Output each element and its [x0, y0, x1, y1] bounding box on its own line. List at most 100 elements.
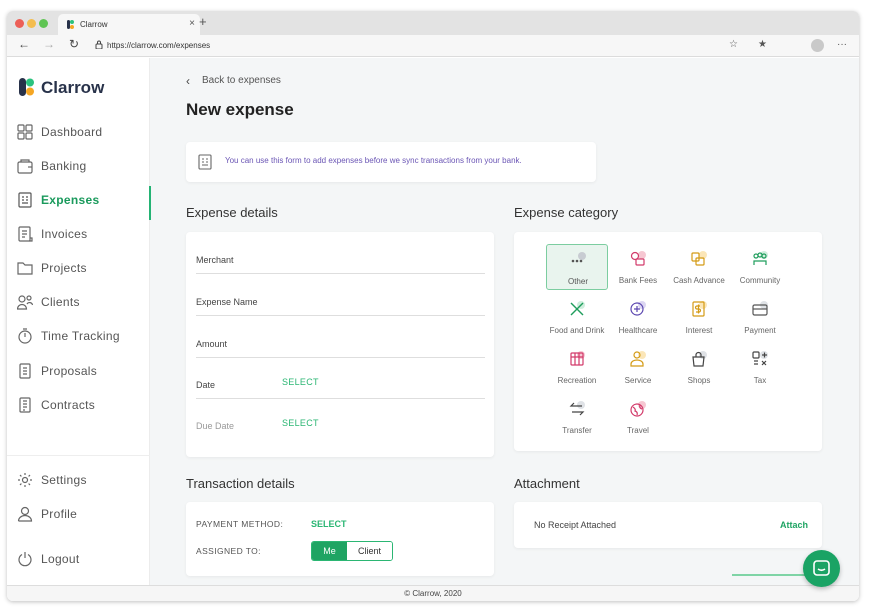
expense-name-field[interactable]: Expense Name: [196, 280, 485, 316]
chat-bubble-icon: [813, 560, 830, 576]
globe-icon: [630, 401, 646, 417]
url-text: https://clarrow.com/expenses: [107, 41, 211, 50]
lock-icon: [95, 40, 103, 49]
attach-button[interactable]: Attach: [780, 520, 808, 530]
category-payment[interactable]: Payment: [729, 294, 791, 340]
browser-profile-avatar[interactable]: [811, 39, 824, 52]
sidebar-item-logout[interactable]: Logout: [7, 545, 150, 573]
payment-method-label: PAYMENT METHOD:: [196, 519, 284, 529]
category-label: Community: [739, 276, 781, 285]
expense-category-title: Expense category: [514, 205, 619, 220]
attachment-card: No Receipt Attached Attach: [514, 502, 822, 548]
reload-icon[interactable]: ↻: [69, 37, 79, 51]
merchant-label: Merchant: [196, 255, 234, 265]
back-arrow-icon[interactable]: ←: [18, 37, 30, 51]
sidebar-item-expenses[interactable]: Expenses: [7, 186, 151, 220]
new-tab-button[interactable]: +: [199, 14, 207, 29]
sidebar-item-settings[interactable]: Settings: [7, 466, 150, 494]
transaction-details-card: PAYMENT METHOD: SELECT ASSIGNED TO: Me C…: [186, 502, 494, 576]
clients-icon: [17, 295, 33, 310]
merchant-field[interactable]: Merchant: [196, 238, 485, 274]
proposal-icon: [19, 363, 31, 379]
amount-field[interactable]: Amount: [196, 322, 485, 358]
category-shops[interactable]: Shops: [668, 344, 730, 390]
expense-details-title: Expense details: [186, 205, 278, 220]
assigned-to-label: ASSIGNED TO:: [196, 546, 261, 556]
sidebar-item-label: Banking: [41, 159, 87, 173]
date-label: Date: [196, 380, 216, 390]
scroll-indicator: [732, 574, 812, 576]
healthcare-icon: [630, 301, 646, 316]
expense-category-card: Other Bank Fees Cash Advance Community F…: [514, 232, 822, 451]
page-title: New expense: [186, 100, 294, 119]
sidebar-item-clients[interactable]: Clients: [7, 288, 150, 316]
user-icon: [17, 506, 33, 522]
sidebar-item-label: Logout: [41, 552, 80, 566]
sidebar-item-label: Settings: [41, 473, 87, 487]
more-dots-icon: [571, 252, 586, 263]
sidebar-item-contracts[interactable]: Contracts: [7, 391, 150, 419]
due-date-select-button[interactable]: SELECT: [282, 418, 319, 428]
due-date-field: Due Date SELECT: [196, 404, 485, 440]
favorites-icon[interactable]: ★: [758, 39, 767, 50]
service-person-icon: [630, 351, 646, 367]
gear-icon: [18, 473, 32, 487]
chat-button[interactable]: [803, 550, 840, 587]
category-cash-advance[interactable]: Cash Advance: [668, 244, 730, 290]
browser-menu-icon[interactable]: ···: [837, 39, 847, 50]
amount-label: Amount: [196, 339, 228, 349]
forward-arrow-icon[interactable]: →: [43, 37, 55, 51]
category-community[interactable]: Community: [729, 244, 791, 290]
chevron-left-icon: ‹: [186, 74, 190, 88]
date-select-button[interactable]: SELECT: [282, 377, 319, 387]
cash-stack-icon: [691, 251, 707, 266]
category-service[interactable]: Service: [607, 344, 669, 390]
sidebar-item-projects[interactable]: Projects: [7, 254, 150, 282]
category-interest[interactable]: Interest: [668, 294, 730, 340]
category-recreation[interactable]: Recreation: [546, 344, 608, 390]
category-label: Tax: [753, 376, 767, 385]
category-bank-fees[interactable]: Bank Fees: [607, 244, 669, 290]
app: Clarrow Dashboard Banking Expenses Invoi…: [7, 58, 859, 601]
tab-close-icon[interactable]: ×: [189, 18, 195, 29]
utensils-icon: [570, 301, 585, 316]
url-field[interactable]: https://clarrow.com/expenses: [95, 40, 211, 50]
document-icon: [198, 154, 212, 170]
bank-icon: [17, 159, 33, 174]
card-icon: [752, 301, 768, 316]
star-icon[interactable]: ☆: [729, 39, 738, 50]
sidebar-item-profile[interactable]: Profile: [7, 500, 150, 528]
info-banner: You can use this form to add expenses be…: [186, 142, 596, 182]
assigned-me-option[interactable]: Me: [312, 542, 347, 560]
sidebar-item-dashboard[interactable]: Dashboard: [7, 118, 150, 146]
payment-method-select-button[interactable]: SELECT: [311, 519, 347, 529]
maximize-window-dot[interactable]: [39, 19, 48, 28]
category-healthcare[interactable]: Healthcare: [607, 294, 669, 340]
tab-title: Clarrow: [80, 20, 108, 29]
sidebar-item-label: Invoices: [41, 227, 88, 241]
sidebar-item-time-tracking[interactable]: Time Tracking: [7, 322, 150, 350]
sidebar-item-banking[interactable]: Banking: [7, 152, 150, 180]
due-date-label: Due Date: [196, 421, 235, 431]
category-other[interactable]: Other: [546, 244, 608, 290]
category-travel[interactable]: Travel: [607, 394, 669, 440]
assigned-to-toggle: Me Client: [311, 541, 393, 561]
sidebar-item-label: Time Tracking: [41, 329, 120, 343]
category-tax[interactable]: Tax: [729, 344, 791, 390]
folder-icon: [17, 262, 33, 275]
dollar-doc-icon: [692, 301, 707, 317]
minimize-window-dot[interactable]: [27, 19, 36, 28]
category-transfer[interactable]: Transfer: [546, 394, 608, 440]
sidebar-item-proposals[interactable]: Proposals: [7, 357, 150, 385]
browser-tab[interactable]: Clarrow ×: [58, 14, 200, 35]
category-food-and-drink[interactable]: Food and Drink: [546, 294, 608, 340]
receipt-icon: [18, 192, 32, 208]
sidebar-item-invoices[interactable]: Invoices: [7, 220, 150, 248]
recreation-icon: [570, 351, 585, 366]
info-text: You can use this form to add expenses be…: [225, 156, 522, 165]
sidebar-item-label: Expenses: [41, 193, 100, 207]
clarrow-logo-icon: [19, 78, 34, 96]
invoice-icon: [18, 226, 33, 242]
close-window-dot[interactable]: [15, 19, 24, 28]
assigned-client-option[interactable]: Client: [347, 542, 392, 560]
